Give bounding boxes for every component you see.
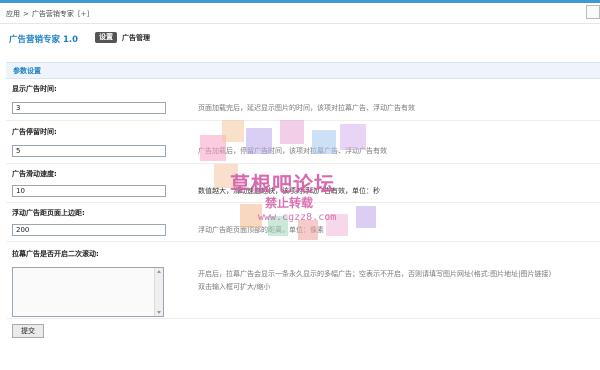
app-title: 广告营销专家 1.0	[9, 35, 79, 45]
second-scroll-textarea[interactable]	[12, 267, 164, 317]
corner-button[interactable]	[586, 5, 600, 19]
show-time-input[interactable]: 3	[12, 102, 166, 114]
textarea-scrollbar[interactable]	[154, 268, 163, 316]
breadcrumb-root[interactable]: 应用	[6, 10, 20, 18]
slide-speed-input[interactable]: 10	[12, 185, 166, 197]
breadcrumb: 应用 > 广告营销专家 [+]	[6, 9, 89, 19]
form-row-show-time: 显示广告时间: 3 页面加载完后，延迟显示图片的时间，该项对拉幕广告、浮动广告有…	[6, 78, 600, 121]
tab-settings[interactable]: 设置	[95, 32, 117, 43]
add-shortcut-button[interactable]: [+]	[78, 10, 89, 18]
section-title: 参数设置	[13, 67, 41, 75]
watermark-url: www.cgzz8.com	[258, 212, 337, 223]
watermark-title: 草根吧论坛	[230, 172, 335, 196]
field-label-show-time: 显示广告时间:	[12, 85, 57, 93]
submit-button[interactable]: 提交	[12, 324, 44, 338]
field-hint-show-time: 页面加载完后，延迟显示图片的时间，该项对拉幕广告、浮动广告有效	[198, 104, 415, 112]
divider	[0, 23, 600, 24]
field-label-second-scroll: 拉幕广告是否开启二次滚动:	[12, 250, 99, 258]
breadcrumb-separator: >	[23, 10, 29, 18]
field-label-stay-time: 广告停留时间:	[12, 128, 57, 136]
field-label-top-margin: 浮动广告距页面上边距:	[12, 209, 85, 217]
watermark-subtitle: 禁止转载	[265, 196, 314, 210]
tab-ad-management[interactable]: 广告管理	[122, 33, 150, 43]
top-accent-bar	[0, 0, 600, 3]
breadcrumb-current: 广告营销专家	[31, 10, 74, 18]
top-margin-input[interactable]: 200	[12, 224, 166, 236]
section-header: 参数设置	[6, 62, 600, 79]
stay-time-input[interactable]: 5	[12, 145, 166, 157]
scroll-up-icon[interactable]	[157, 270, 161, 273]
field-hint-second-scroll-extra: 双击输入框可扩大/缩小	[198, 283, 271, 291]
field-hint-second-scroll: 开启后，拉幕广告会显示一条永久显示的多幅广告；空表示不开启，否则请填写图片网址(…	[198, 270, 552, 278]
scroll-down-icon[interactable]	[157, 311, 161, 314]
field-label-slide-speed: 广告滑动速度:	[12, 170, 57, 178]
